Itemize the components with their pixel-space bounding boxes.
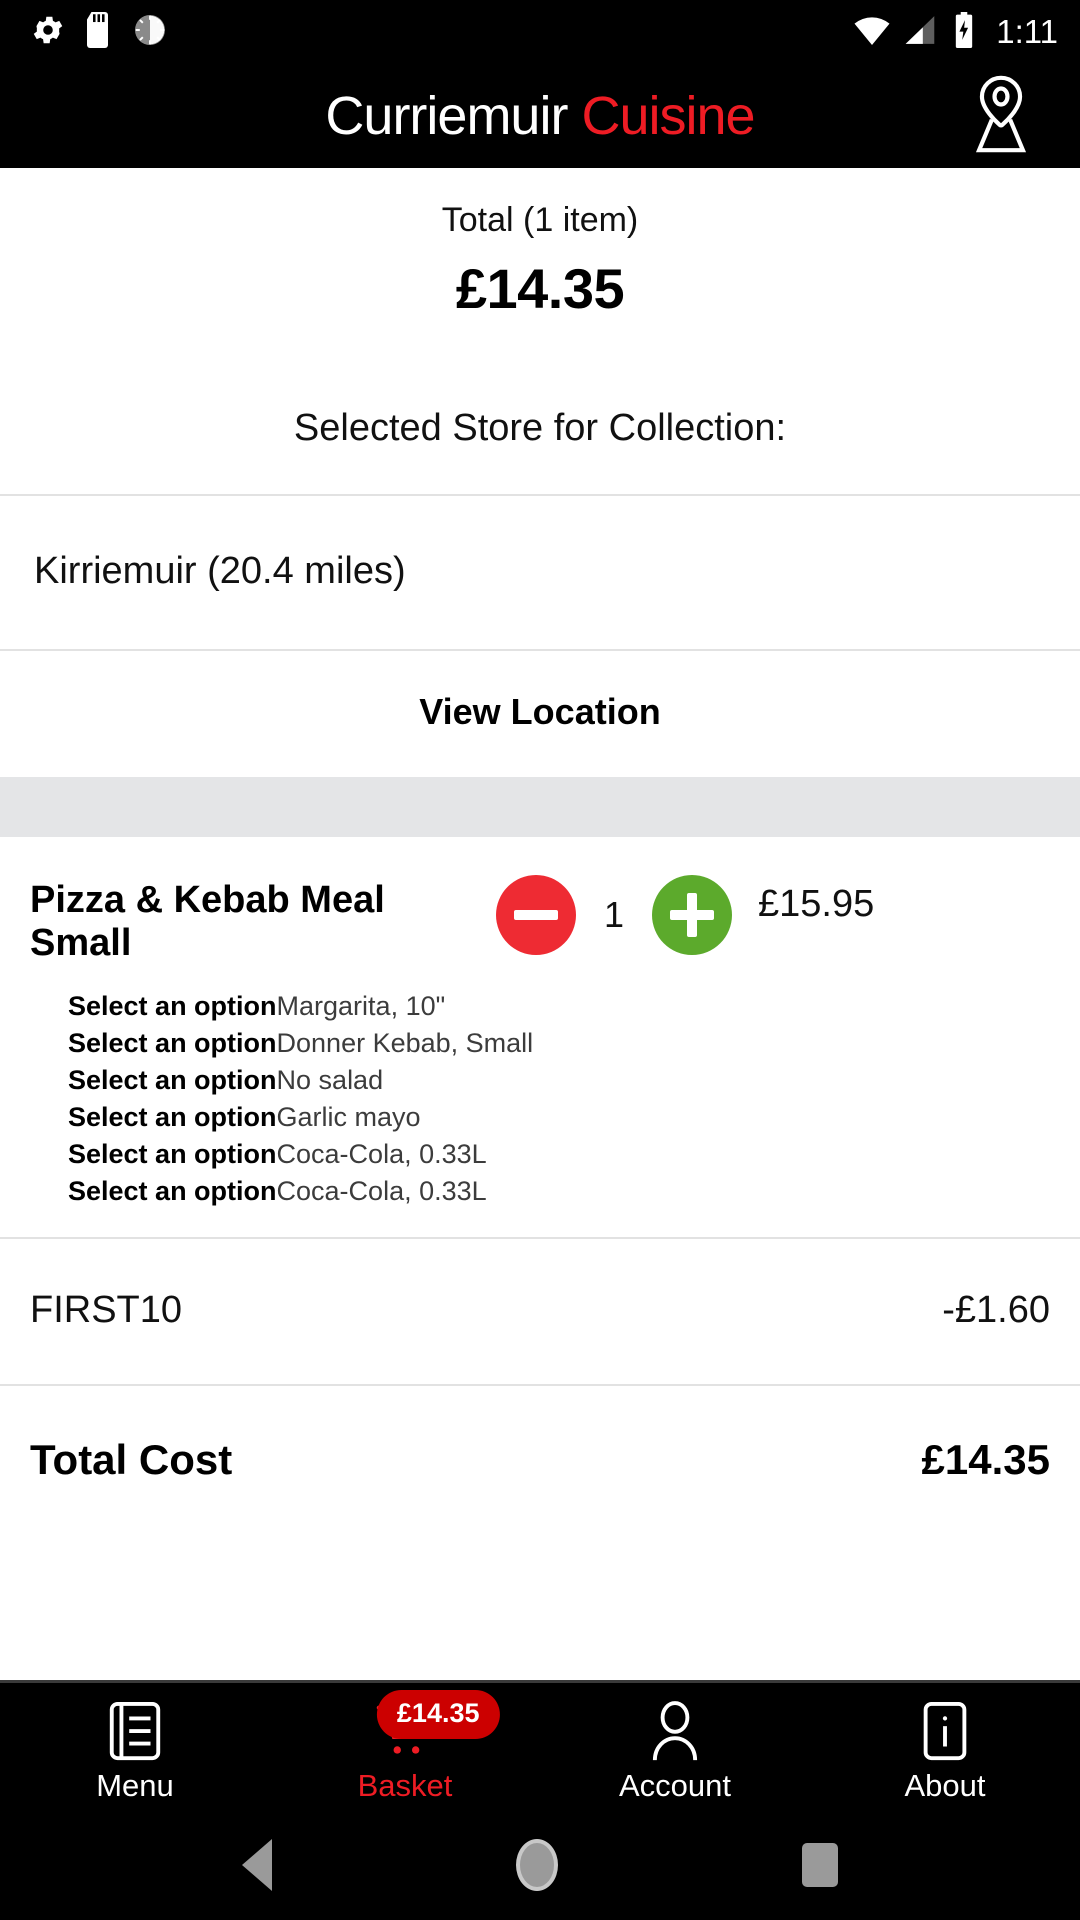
minus-icon [514, 910, 558, 921]
cellular-signal-icon [904, 13, 940, 52]
status-bar-left-icons [30, 11, 168, 53]
option-value: Donner Kebab, Small [276, 1028, 534, 1059]
option-label: Select an option [68, 991, 277, 1022]
wifi-icon [852, 13, 892, 52]
basket-item-header: Pizza & Kebab Meal Small 1 £15.95 [30, 865, 1050, 964]
discount-row: FIRST10 -£1.60 [0, 1239, 1080, 1384]
basket-total-badge: £14.35 [378, 1692, 498, 1737]
decrease-quantity-button[interactable] [496, 875, 576, 956]
recents-square-icon[interactable] [802, 1843, 838, 1887]
option-line: Select an optionMargarita, 10" [68, 988, 1050, 1025]
option-value: Garlic mayo [276, 1101, 421, 1132]
option-line: Select an optionCoca-Cola, 0.33L [68, 1173, 1050, 1210]
shopping-cart-icon: £14.35 [374, 1692, 498, 1764]
store-name-distance: Kirriemuir (20.4 miles) [34, 550, 406, 593]
order-total-summary: Total (1 item) £14.35 [0, 168, 1080, 321]
status-bar-right-icons: 1:11 [852, 11, 1058, 53]
person-icon [647, 1698, 703, 1764]
brand-first-word: Curriemuir [325, 86, 568, 146]
section-separator-band [0, 777, 1080, 838]
total-cost-amount: £14.35 [921, 1436, 1050, 1484]
option-line: Select an optionCoca-Cola, 0.33L [68, 1136, 1050, 1173]
status-bar-clock: 1:11 [996, 13, 1058, 50]
option-value: Margarita, 10" [276, 991, 446, 1022]
sync-progress-icon [132, 12, 168, 53]
battery-charging-icon [952, 11, 976, 53]
option-label: Select an option [68, 1101, 277, 1132]
nav-item-about[interactable]: About [810, 1683, 1080, 1810]
discount-code: FIRST10 [30, 1289, 183, 1332]
nav-item-menu[interactable]: Menu [0, 1683, 270, 1810]
android-navigation-bar [0, 1810, 1080, 1920]
basket-item-options: Select an optionMargarita, 10" Select an… [30, 964, 1050, 1237]
nav-label-account: Account [618, 1768, 731, 1803]
option-value: Coca-Cola, 0.33L [276, 1175, 487, 1206]
basket-item-price: £15.95 [758, 883, 875, 926]
menu-list-icon [107, 1698, 163, 1764]
nav-label-menu: Menu [96, 1768, 174, 1803]
option-label: Select an option [68, 1138, 277, 1169]
nav-item-basket[interactable]: £14.35 Basket [270, 1683, 540, 1810]
view-location-label: View Location [419, 691, 661, 733]
increase-quantity-button[interactable] [652, 875, 732, 956]
quantity-stepper: 1 [496, 865, 732, 956]
plus-icon [670, 893, 714, 938]
back-triangle-icon[interactable] [242, 1839, 272, 1891]
selected-store-heading: Selected Store for Collection: [293, 407, 787, 450]
total-cost-row: Total Cost £14.35 [0, 1386, 1080, 1536]
total-items-label: Total (1 item) [441, 201, 639, 239]
option-label: Select an option [68, 1028, 277, 1059]
gear-icon [30, 12, 66, 53]
nav-item-account[interactable]: Account [540, 1683, 810, 1810]
nav-label-about: About [904, 1768, 986, 1803]
item-quantity: 1 [603, 894, 625, 936]
basket-item-name: Pizza & Kebab Meal Small [30, 879, 385, 964]
discount-amount: -£1.60 [942, 1289, 1050, 1332]
option-value: Coca-Cola, 0.33L [276, 1138, 487, 1169]
option-line: Select an optionGarlic mayo [68, 1099, 1050, 1136]
app-bar: Curriemuir Cuisine [0, 64, 1080, 168]
selected-store-row[interactable]: Kirriemuir (20.4 miles) [0, 496, 1080, 649]
total-cost-label: Total Cost [30, 1436, 233, 1484]
info-icon [919, 1698, 971, 1764]
app-screen: 1:11 Curriemuir Cuisine Total (1 item) £… [0, 0, 1080, 1920]
basket-item: Pizza & Kebab Meal Small 1 £15.95 Select… [0, 837, 1080, 1237]
view-location-button[interactable]: View Location [0, 651, 1080, 777]
app-title: Curriemuir Cuisine [325, 85, 755, 147]
option-line: Select an optionNo salad [68, 1062, 1050, 1099]
nav-label-basket: Basket [357, 1768, 453, 1803]
option-label: Select an option [68, 1064, 277, 1095]
bottom-navigation-bar: Menu £14.35 Basket Account About [0, 1680, 1080, 1810]
option-line: Select an optionDonner Kebab, Small [68, 1025, 1050, 1062]
sd-card-icon [84, 11, 114, 53]
brand-second-word: Cuisine [581, 86, 755, 146]
option-label: Select an option [68, 1175, 277, 1206]
view-location-map-pin-button[interactable] [958, 73, 1044, 159]
option-value: No salad [276, 1064, 384, 1095]
total-amount: £14.35 [455, 257, 625, 321]
status-bar: 1:11 [0, 0, 1080, 64]
map-pin-icon [965, 74, 1037, 159]
basket-content: Total (1 item) £14.35 Selected Store for… [0, 168, 1080, 1680]
home-circle-icon[interactable] [516, 1839, 558, 1891]
